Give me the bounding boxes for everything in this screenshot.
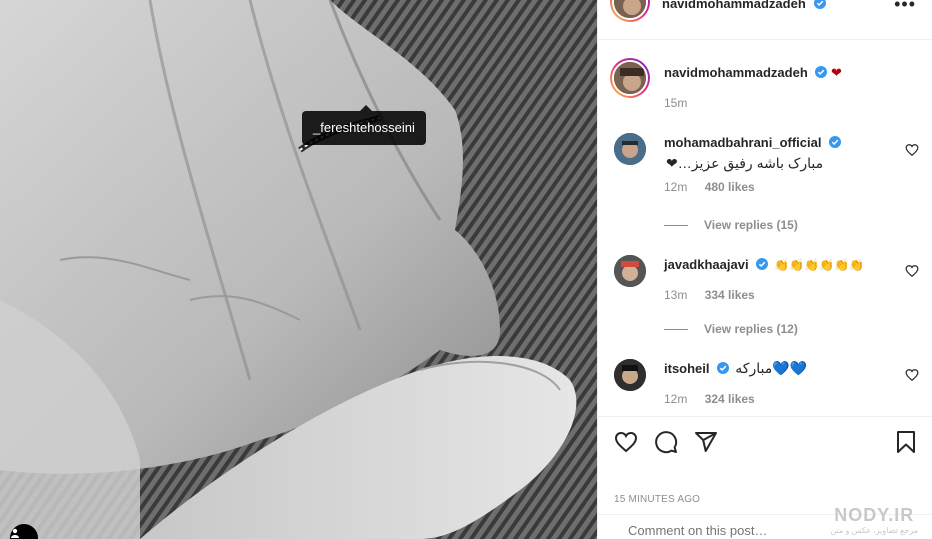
comment-likes[interactable]: 334 likes bbox=[705, 288, 755, 302]
comment-text: مبارک باشه رفیق عزیز…❤ bbox=[666, 155, 824, 171]
caption-text: ❤ bbox=[831, 65, 842, 80]
verified-icon bbox=[814, 0, 827, 9]
heart-icon[interactable] bbox=[905, 143, 919, 157]
post-header: navidmohammadzadeh ••• bbox=[598, 0, 932, 40]
comment-icon[interactable] bbox=[654, 430, 678, 454]
replies-divider bbox=[664, 225, 688, 227]
caption: navidmohammadzadeh ❤ bbox=[664, 65, 842, 81]
comment-likes[interactable]: 480 likes bbox=[705, 180, 755, 194]
tagged-user-label[interactable]: _fereshtehosseini bbox=[302, 105, 426, 145]
watermark-title: NODY.IR bbox=[834, 505, 915, 525]
view-replies-label: View replies (12) bbox=[704, 322, 798, 336]
comment-text: مبارکه💙💙 bbox=[735, 360, 808, 376]
view-replies-label: View replies (15) bbox=[704, 218, 798, 232]
post-side-panel: navidmohammadzadeh ••• navidmohammadzade… bbox=[597, 0, 932, 539]
commenter-avatar[interactable] bbox=[614, 133, 646, 165]
view-replies-button[interactable]: View replies (15) bbox=[664, 218, 798, 232]
verified-icon bbox=[829, 136, 842, 148]
replies-divider bbox=[664, 329, 688, 331]
more-options-button[interactable]: ••• bbox=[894, 0, 916, 15]
commenter-username[interactable]: mohamadbahrani_official bbox=[664, 135, 821, 150]
share-icon[interactable] bbox=[694, 430, 718, 454]
post-photo[interactable]: _fereshtehosseini bbox=[0, 0, 597, 539]
site-watermark: NODY.IR مرجع تصاویر، عکس و متن bbox=[830, 505, 918, 535]
verified-icon bbox=[717, 362, 730, 374]
heart-icon[interactable] bbox=[905, 368, 919, 382]
commenter-username[interactable]: itsoheil bbox=[664, 361, 710, 376]
bookmark-icon[interactable] bbox=[895, 430, 917, 454]
verified-icon bbox=[756, 258, 769, 270]
hands-photo bbox=[0, 0, 597, 539]
comment-time[interactable]: 12m bbox=[664, 392, 687, 406]
view-replies-button[interactable]: View replies (12) bbox=[664, 322, 798, 336]
comment-text: 👏👏👏👏👏👏 bbox=[774, 258, 864, 272]
comment-likes[interactable]: 324 likes bbox=[705, 392, 755, 406]
caption-avatar[interactable] bbox=[610, 58, 650, 98]
post-actions bbox=[598, 416, 932, 468]
commenter-avatar[interactable] bbox=[614, 255, 646, 287]
author-avatar[interactable] bbox=[610, 0, 650, 22]
caption-username[interactable]: navidmohammadzadeh bbox=[664, 65, 808, 80]
watermark-subtitle: مرجع تصاویر، عکس و متن bbox=[830, 526, 918, 535]
comment-time[interactable]: 13m bbox=[664, 288, 687, 302]
author-username[interactable]: navidmohammadzadeh bbox=[662, 0, 806, 11]
heart-icon[interactable] bbox=[905, 264, 919, 278]
commenter-username[interactable]: javadkhaajavi bbox=[664, 257, 749, 272]
commenter-avatar[interactable] bbox=[614, 359, 646, 391]
caption-time[interactable]: 15m bbox=[664, 96, 687, 110]
verified-icon bbox=[815, 66, 828, 78]
post-timestamp[interactable]: 15 MINUTES AGO bbox=[614, 494, 700, 505]
heart-icon[interactable] bbox=[614, 430, 638, 454]
comment-time[interactable]: 12m bbox=[664, 180, 687, 194]
